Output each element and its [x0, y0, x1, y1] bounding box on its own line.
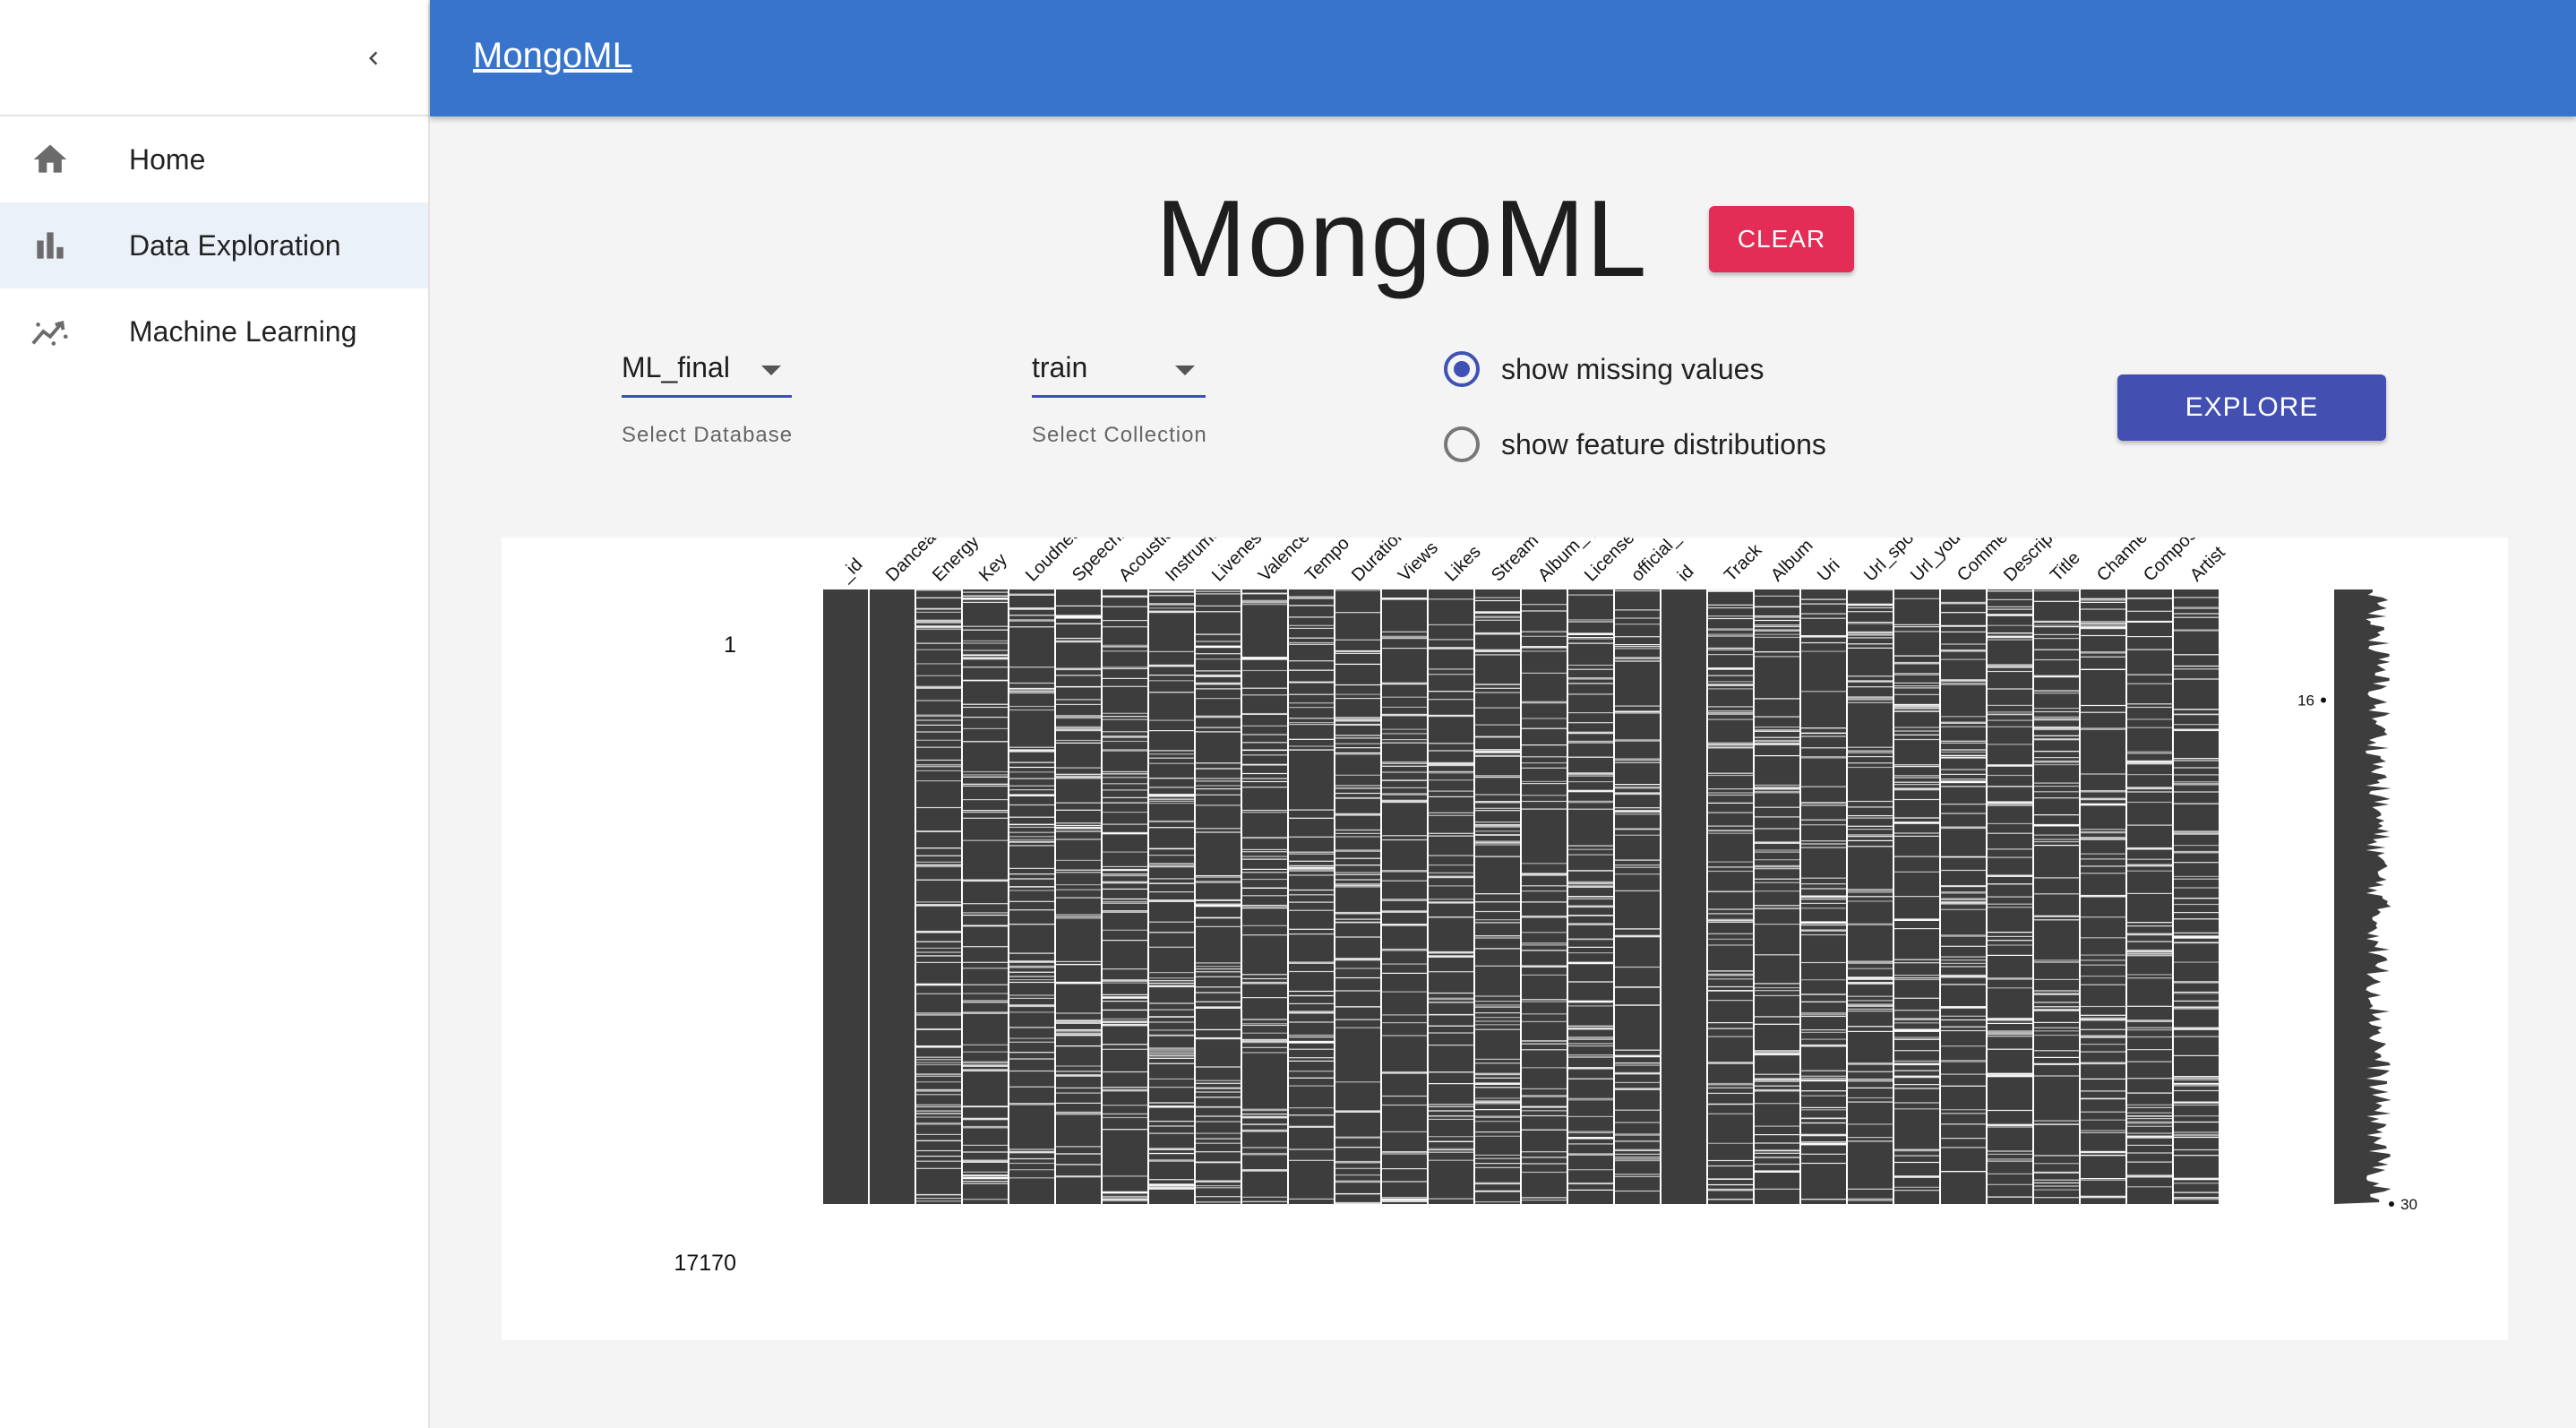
column-label: Track: [1721, 539, 1766, 585]
matrix-column: [2034, 589, 2079, 1204]
matrix-column: [1009, 589, 1054, 1204]
database-select[interactable]: ML_final: [622, 340, 792, 398]
collapse-drawer-button[interactable]: [351, 36, 396, 81]
collection-select[interactable]: train: [1032, 340, 1206, 398]
sidebar-item-home[interactable]: Home: [0, 116, 428, 202]
app-bar: MongoML: [430, 0, 2576, 116]
database-select-value: ML_final: [622, 351, 730, 383]
matrix-column: [1568, 589, 1613, 1204]
column-label: Valence: [1255, 538, 1314, 586]
matrix-column: [1242, 589, 1287, 1204]
matrix-column: [1708, 589, 1753, 1204]
column-label: id: [1674, 562, 1698, 586]
home-icon: [29, 138, 72, 181]
matrix-column: [1755, 589, 1799, 1204]
main-content: MongoML CLEAR ML_final Select Database t…: [432, 116, 2576, 1428]
matrix-column: [1941, 589, 1986, 1204]
matrix-column: [1289, 589, 1334, 1204]
option-label: show missing values: [1501, 352, 1765, 385]
sparkline-marker: [2321, 697, 2326, 703]
column-label: official_video: [1627, 538, 1714, 586]
sparkline-label: 30: [2400, 1196, 2417, 1213]
drawer-header: [0, 0, 428, 116]
matrix-column: [2174, 589, 2219, 1204]
matrix-column: [916, 589, 961, 1204]
sidebar-item-label: Data Exploration: [129, 228, 341, 262]
matrix-column: [1335, 589, 1380, 1205]
matrix-column: [1056, 589, 1101, 1204]
row-index-label: 17170: [674, 1251, 736, 1276]
column-label: Channel: [2093, 538, 2154, 586]
bar-chart-icon: [29, 224, 72, 267]
app-title-link[interactable]: MongoML: [473, 36, 632, 76]
column-label: _id: [835, 555, 866, 586]
column-label: Uri: [1814, 555, 1844, 586]
missing-values-chart-panel: _id Danceability Energy Key Loudness Speechin…: [502, 538, 2508, 1340]
sparkline-label: 16: [2297, 692, 2314, 709]
collection-select-helper: Select Collection: [1032, 423, 1207, 447]
trending-icon: [29, 310, 72, 353]
sparkline-marker: [2389, 1201, 2394, 1207]
matrix-column: [1522, 589, 1567, 1204]
database-select-helper: Select Database: [622, 423, 794, 447]
column-label: Album: [1767, 538, 1817, 586]
dropdown-arrow-icon: [1175, 366, 1195, 375]
matrix-column: [1149, 589, 1194, 1204]
sidebar-item-label: Home: [129, 142, 206, 176]
sidebar-item-data-exploration[interactable]: Data Exploration: [0, 202, 428, 288]
sidebar-item-machine-learning[interactable]: Machine Learning: [0, 288, 428, 374]
page-title: MongoML: [1155, 177, 1648, 299]
matrix-column: [1615, 589, 1660, 1204]
column-label: Artist: [2186, 542, 2229, 585]
matrix-column: [963, 589, 1008, 1204]
row-completeness-sparkline: [2334, 589, 2391, 1204]
matrix-column: [2081, 589, 2125, 1204]
column-label: Key: [975, 550, 1011, 586]
collection-select-value: train: [1032, 351, 1088, 383]
explore-button[interactable]: EXPLORE: [2117, 374, 2386, 441]
dropdown-arrow-icon: [761, 366, 781, 375]
sidebar-item-label: Machine Learning: [129, 314, 357, 348]
option-show-feature-distributions[interactable]: show feature distributions: [1444, 426, 1826, 462]
navigation-drawer: Home Data Exploration Machine Learning: [0, 0, 430, 1428]
column-label: Stream: [1488, 538, 1542, 586]
option-label: show feature distributions: [1501, 427, 1826, 460]
matrix-column: [1382, 589, 1427, 1204]
matrix-column: [2127, 589, 2172, 1204]
matrix-column: [1988, 589, 2032, 1204]
radio-selected-icon: [1444, 351, 1480, 387]
matrix-column: [1801, 589, 1846, 1204]
matrix-column: [1662, 589, 1706, 1204]
matrix-column: [1103, 589, 1147, 1204]
matrix-column: [870, 589, 914, 1204]
missing-values-matrix: _id DanceabilityEnergyKey LoudnessSpeechin…: [674, 538, 2417, 1276]
radio-unselected-icon: [1444, 426, 1480, 462]
column-label: Likes: [1441, 542, 1485, 586]
option-show-missing-values[interactable]: show missing values: [1444, 351, 1764, 387]
matrix-column: [823, 589, 868, 1204]
column-label: Title: [2047, 548, 2084, 586]
matrix-column: [1196, 589, 1241, 1204]
chevron-left-icon: [369, 51, 378, 65]
clear-button[interactable]: CLEAR: [1709, 206, 1854, 272]
matrix-column: [1475, 589, 1520, 1204]
matrix-column: [1894, 589, 1939, 1204]
row-index-label: 1: [724, 632, 736, 658]
matrix-column: [1848, 589, 1893, 1204]
matrix-column: [1429, 589, 1473, 1204]
